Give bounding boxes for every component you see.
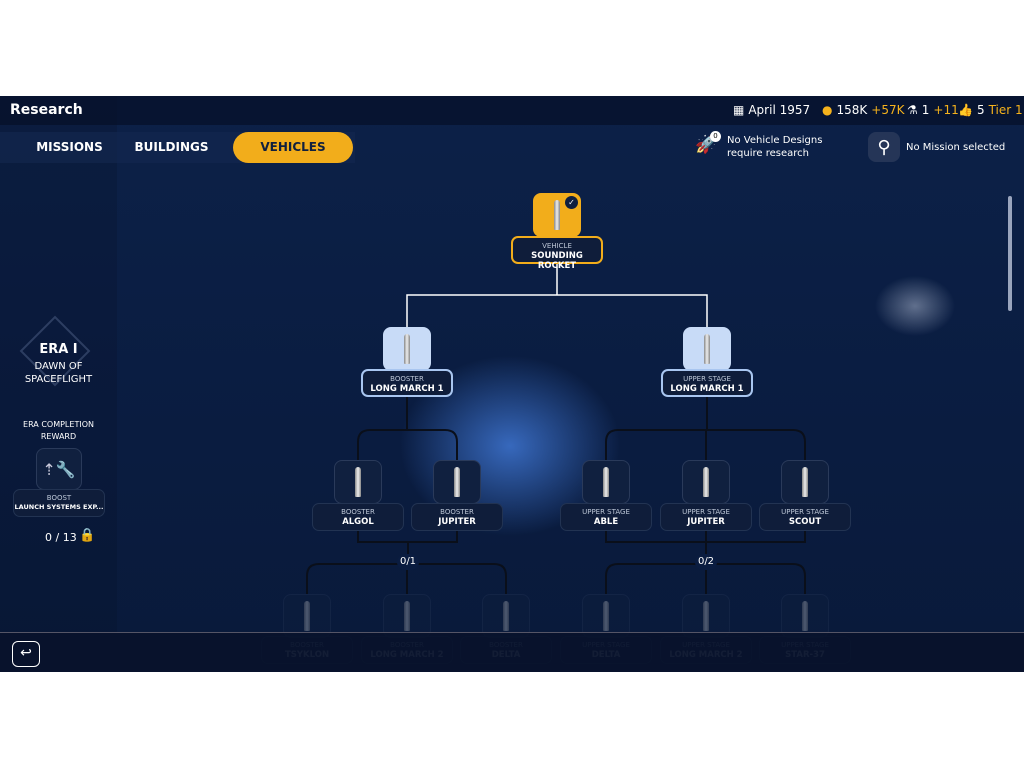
back-arrow-icon: ↩ bbox=[20, 645, 32, 661]
boost-icon[interactable]: ⇡🔧 bbox=[36, 448, 82, 490]
part-icon[interactable] bbox=[781, 460, 829, 504]
node-type: BOOSTER bbox=[341, 508, 375, 516]
reward-heading-1: ERA COMPLETION bbox=[23, 420, 94, 429]
part-icon[interactable] bbox=[682, 460, 730, 504]
rocket-part-icon bbox=[704, 334, 710, 364]
tab-bar: MISSIONS BUILDINGS VEHICLES bbox=[0, 132, 355, 163]
research-screen: Research ▦ April 1957 ● 158K +57K ⚗ 1 +11 👍 5 T… bbox=[0, 96, 1024, 672]
rocket-part-icon bbox=[554, 200, 560, 230]
tab-vehicles[interactable]: VEHICLES bbox=[233, 132, 353, 163]
part-icon[interactable] bbox=[582, 460, 630, 504]
check-icon: ✓ bbox=[565, 196, 578, 209]
date-stat: ▦ April 1957 bbox=[733, 103, 810, 117]
node-type: BOOSTER bbox=[390, 375, 424, 383]
tree-node-label[interactable]: VEHICLE SOUNDING ROCKET bbox=[511, 236, 603, 271]
rocket-part-icon bbox=[802, 601, 808, 631]
mission-text: No Mission selected bbox=[906, 142, 1006, 153]
era-subtitle-1: DAWN OF bbox=[34, 361, 83, 372]
tree-node-label[interactable]: BOOSTER ALGOL bbox=[312, 503, 404, 531]
era-subtitle: DAWN OF SPACEFLIGHT bbox=[0, 360, 117, 386]
tree-node-label[interactable]: UPPER STAGE SCOUT bbox=[759, 503, 851, 531]
tab-buildings[interactable]: BUILDINGS bbox=[124, 132, 219, 163]
rocket-part-icon bbox=[304, 601, 310, 631]
reward-label[interactable]: BOOST LAUNCH SYSTEMS EXP... bbox=[13, 489, 105, 517]
rocket-part-icon bbox=[355, 467, 361, 497]
tree-node-label[interactable]: UPPER STAGE JUPITER bbox=[660, 503, 752, 531]
rocket-part-icon bbox=[454, 467, 460, 497]
scrollbar[interactable] bbox=[1008, 196, 1012, 311]
science-delta: +11 bbox=[933, 103, 959, 117]
era-progress: 0 / 13 bbox=[45, 531, 77, 544]
node-name: JUPITER bbox=[438, 517, 476, 527]
part-icon[interactable]: ✓ bbox=[533, 193, 581, 237]
rocket-part-icon bbox=[603, 467, 609, 497]
rocket-part-icon bbox=[703, 601, 709, 631]
node-type: UPPER STAGE bbox=[781, 508, 829, 516]
unlock-counter: 0/1 bbox=[397, 554, 419, 570]
unlock-counter: 0/2 bbox=[695, 554, 717, 570]
tab-missions[interactable]: MISSIONS bbox=[22, 132, 117, 163]
search-icon[interactable]: ⚲ bbox=[868, 132, 900, 162]
science-stat: ⚗ 1 +11 bbox=[907, 103, 959, 117]
reputation-stat: 👍 5 Tier 1 bbox=[958, 103, 1023, 117]
reward-heading-2: REWARD bbox=[40, 432, 77, 441]
back-button[interactable]: ↩ bbox=[12, 641, 40, 667]
bottom-bar: ↩ bbox=[0, 632, 1024, 672]
tree-node-label[interactable]: BOOSTER JUPITER bbox=[411, 503, 503, 531]
era-subtitle-2: SPACEFLIGHT bbox=[24, 374, 93, 385]
notice-text: No Vehicle Designs require research bbox=[727, 134, 822, 160]
date-text: April 1957 bbox=[748, 103, 811, 117]
node-type: BOOSTER bbox=[440, 508, 474, 516]
node-type: UPPER STAGE bbox=[682, 508, 730, 516]
science-value: 1 bbox=[921, 103, 930, 117]
node-name: JUPITER bbox=[687, 517, 725, 527]
part-icon[interactable] bbox=[334, 460, 382, 504]
node-name: ABLE bbox=[593, 517, 619, 527]
lock-icon: 🔒 bbox=[79, 528, 96, 543]
era-title: ERA I bbox=[39, 342, 78, 357]
part-icon[interactable] bbox=[683, 327, 731, 371]
notice-badge: 0 bbox=[710, 131, 721, 142]
node-name: LONG MARCH 1 bbox=[370, 384, 444, 394]
node-name: LONG MARCH 1 bbox=[670, 384, 744, 394]
node-type: UPPER STAGE bbox=[582, 508, 630, 516]
rocket-part-icon bbox=[703, 467, 709, 497]
node-type: VEHICLE bbox=[542, 242, 572, 250]
reputation-value: 5 bbox=[976, 103, 985, 117]
coin-icon: ● bbox=[822, 103, 833, 117]
notice-line2: require research bbox=[727, 148, 809, 159]
reward-heading: ERA COMPLETION REWARD bbox=[0, 419, 117, 443]
calendar-icon: ▦ bbox=[733, 103, 745, 117]
reward-type: BOOST bbox=[46, 494, 72, 502]
rocket-part-icon bbox=[503, 601, 509, 631]
rocket-part-icon bbox=[603, 601, 609, 631]
node-name: SOUNDING ROCKET bbox=[531, 251, 583, 271]
money-delta: +57K bbox=[871, 103, 905, 117]
money-value: 158K bbox=[836, 103, 868, 117]
tree-node-label[interactable]: UPPER STAGE LONG MARCH 1 bbox=[661, 369, 753, 397]
top-bar: Research ▦ April 1957 ● 158K +57K ⚗ 1 +11 👍 5 T… bbox=[0, 96, 1024, 125]
reward-name: LAUNCH SYSTEMS EXP... bbox=[14, 503, 104, 511]
tier-value: Tier 1 bbox=[988, 103, 1023, 117]
rocket-part-icon bbox=[404, 601, 410, 631]
tree-connectors bbox=[306, 264, 806, 594]
rocket-part-icon bbox=[802, 467, 808, 497]
rocket-part-icon bbox=[404, 334, 410, 364]
money-stat: ● 158K +57K bbox=[822, 103, 904, 117]
page-title: Research bbox=[10, 102, 83, 118]
node-name: ALGOL bbox=[342, 517, 374, 527]
flask-icon: ⚗ bbox=[907, 103, 918, 117]
node-name: SCOUT bbox=[788, 517, 822, 527]
part-icon[interactable] bbox=[433, 460, 481, 504]
node-type: UPPER STAGE bbox=[683, 375, 731, 383]
notice-line1: No Vehicle Designs bbox=[727, 135, 823, 146]
tree-node-label[interactable]: BOOSTER LONG MARCH 1 bbox=[361, 369, 453, 397]
part-icon[interactable] bbox=[383, 327, 431, 371]
tree-node-label[interactable]: UPPER STAGE ABLE bbox=[560, 503, 652, 531]
thumbs-icon: 👍 bbox=[958, 103, 973, 117]
